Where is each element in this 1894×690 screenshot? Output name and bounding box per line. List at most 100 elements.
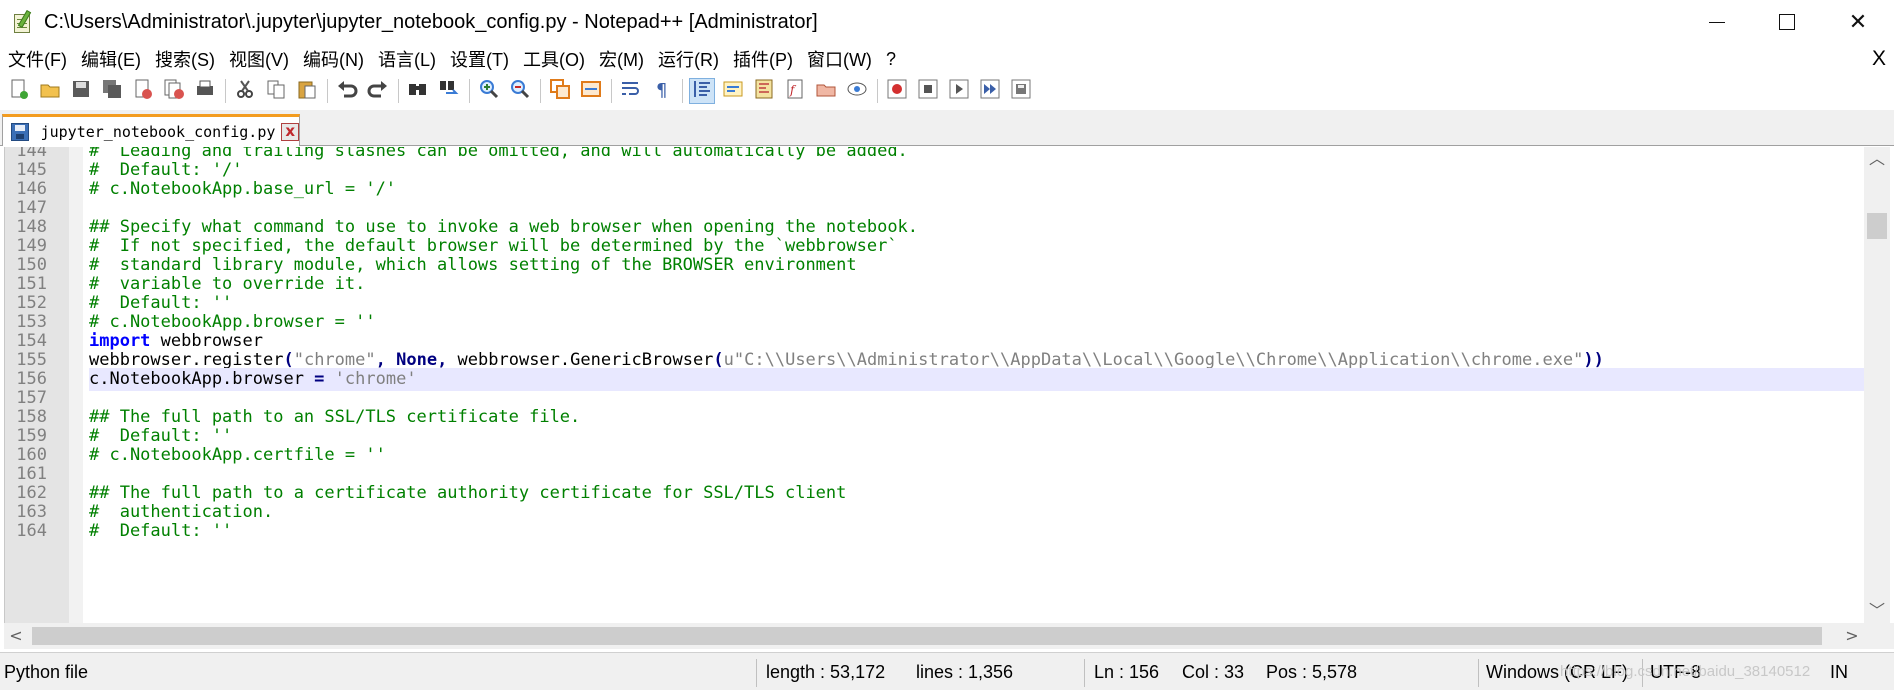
redo-button[interactable] <box>365 78 391 104</box>
folder-as-workspace-button[interactable] <box>813 78 839 104</box>
status-length: length : 53,172 <box>766 662 886 682</box>
vertical-scrollbar[interactable]: ︿ ﹀ <box>1864 147 1890 623</box>
code-token-comment: ## The full path to an SSL/TLS certifica… <box>89 407 581 427</box>
sync-horizontal-button[interactable] <box>578 78 604 104</box>
cut-icon <box>234 78 256 104</box>
toolbar-separator <box>398 79 399 103</box>
save-button[interactable] <box>68 78 94 104</box>
menu-item[interactable]: 搜索(S) <box>147 46 215 72</box>
record-macro-button[interactable] <box>884 78 910 104</box>
function-list-button[interactable]: f <box>782 78 808 104</box>
menu-item[interactable]: 窗口(W) <box>799 46 872 72</box>
close-window-button[interactable]: ✕ <box>1822 0 1894 44</box>
menu-item[interactable]: 文件(F) <box>0 46 67 72</box>
vertical-scroll-thumb[interactable] <box>1867 213 1887 239</box>
svg-text:¶: ¶ <box>656 80 667 100</box>
menu-item[interactable]: 编辑(E) <box>73 46 141 72</box>
scroll-left-icon[interactable]: < <box>4 623 28 649</box>
code-token-op: ( <box>283 350 294 370</box>
new-file-button[interactable] <box>6 78 32 104</box>
code-token-comment: ## Specify what command to use to invoke… <box>89 217 919 237</box>
user-defined-language-button[interactable] <box>720 78 746 104</box>
status-divider <box>756 659 757 687</box>
toolbar-separator <box>327 79 328 103</box>
stop-recording-button[interactable] <box>915 78 941 104</box>
tab-close-button[interactable]: x <box>281 122 299 141</box>
code-token-comment: # standard library module, which allows … <box>89 255 857 275</box>
close-button[interactable] <box>130 78 156 104</box>
menu-item[interactable]: 宏(M) <box>591 46 644 72</box>
function-list-icon: f <box>784 78 806 104</box>
code-token-str: "chrome" <box>293 350 376 370</box>
horizontal-scrollbar[interactable]: < > <box>4 623 1864 649</box>
close-icon <box>132 78 154 104</box>
save-all-icon <box>101 78 123 104</box>
paste-icon <box>296 78 318 104</box>
code-token-comment: # If not specified, the default browser … <box>89 236 898 256</box>
code-token-comment: # Default: '' <box>89 521 233 541</box>
indent-guide-icon <box>691 78 713 104</box>
zoom-in-button[interactable] <box>476 78 502 104</box>
monitoring-button[interactable] <box>844 78 870 104</box>
document-map-icon <box>753 78 775 104</box>
replace-button[interactable] <box>436 78 462 104</box>
code-token-comment: # Default: '/' <box>89 160 243 180</box>
scroll-up-icon[interactable]: ︿ <box>1864 147 1890 171</box>
code-line[interactable]: 164 # Default: '' <box>5 520 1864 543</box>
status-file-type: Python file <box>4 662 89 682</box>
menu-item[interactable]: ? <box>878 49 896 70</box>
status-lines: lines : 1,356 <box>916 662 1014 682</box>
show-all-chars-button[interactable]: ¶ <box>649 78 675 104</box>
close-document-button[interactable]: X <box>1872 47 1886 71</box>
menu-item[interactable]: 编码(N) <box>295 46 364 72</box>
save-icon <box>70 78 92 104</box>
paste-button[interactable] <box>294 78 320 104</box>
user-defined-language-icon <box>722 78 744 104</box>
horizontal-scroll-thumb[interactable] <box>32 627 1822 645</box>
menu-item[interactable]: 工具(O) <box>515 46 585 72</box>
menu-item[interactable]: 设置(T) <box>442 46 509 72</box>
play-macro-icon <box>948 78 970 104</box>
code-editor[interactable]: 144 # Leading and trailing slashes can be… <box>4 147 1864 623</box>
indent-guide-button[interactable] <box>689 78 715 104</box>
menu-item[interactable]: 运行(R) <box>650 46 719 72</box>
undo-button[interactable] <box>334 78 360 104</box>
window-title: C:\Users\Administrator\.jupyter\jupyter_… <box>44 10 818 33</box>
open-file-button[interactable] <box>37 78 63 104</box>
sync-vertical-button[interactable] <box>547 78 573 104</box>
code-token-op: , <box>437 350 448 370</box>
code-token-comment: # authentication. <box>89 502 274 522</box>
toolbar-separator <box>225 79 226 103</box>
menu-item[interactable]: 插件(P) <box>725 46 793 72</box>
undo-icon <box>336 78 358 104</box>
scroll-right-icon[interactable]: > <box>1840 623 1864 649</box>
copy-button[interactable] <box>263 78 289 104</box>
menu-item[interactable]: 视图(V) <box>221 46 289 72</box>
tab-jupyter-notebook-config[interactable]: jupyter_notebook_config.py x <box>2 114 300 146</box>
toolbar-separator <box>469 79 470 103</box>
zoom-out-button[interactable] <box>507 78 533 104</box>
notepad-plus-plus-icon <box>12 9 34 34</box>
cut-button[interactable] <box>232 78 258 104</box>
menu-item[interactable]: 语言(L) <box>370 46 436 72</box>
line-code: # Default: '' <box>89 520 1864 543</box>
code-token-comment: ## The full path to a certificate author… <box>89 483 847 503</box>
find-button[interactable] <box>405 78 431 104</box>
document-map-button[interactable] <box>751 78 777 104</box>
minimize-icon <box>1709 21 1725 23</box>
play-macro-button[interactable] <box>946 78 972 104</box>
minimize-button[interactable] <box>1681 0 1753 44</box>
saved-file-icon <box>11 122 29 141</box>
save-macro-button[interactable] <box>1008 78 1034 104</box>
save-all-button[interactable] <box>99 78 125 104</box>
word-wrap-button[interactable] <box>618 78 644 104</box>
code-token-comment: # c.NotebookApp.base_url = '/' <box>89 179 397 199</box>
status-divider <box>1084 659 1085 687</box>
close-all-button[interactable] <box>161 78 187 104</box>
code-token-plain: c.NotebookApp.browser <box>89 369 315 389</box>
scroll-down-icon[interactable]: ﹀ <box>1864 599 1890 623</box>
run-macro-multiple-button[interactable] <box>977 78 1003 104</box>
maximize-button[interactable] <box>1751 0 1823 44</box>
print-button[interactable] <box>192 78 218 104</box>
